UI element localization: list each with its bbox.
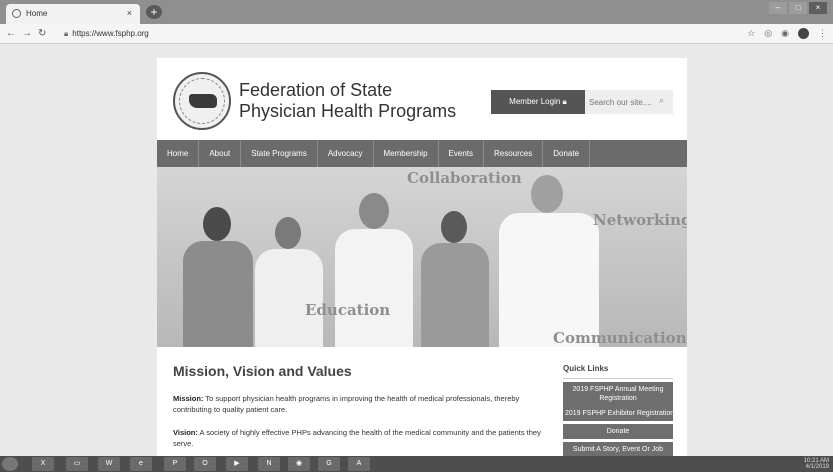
vision-paragraph: Vision: A society of highly effective PH… (173, 427, 548, 449)
doctor-figure (177, 197, 257, 347)
mission-text: To support physician health programs in … (173, 394, 520, 414)
doctor-figure (329, 187, 419, 347)
minimize-button[interactable]: – (769, 2, 787, 14)
donate-button[interactable]: Donate (563, 424, 673, 439)
edge-taskbar-icon[interactable]: e (130, 457, 152, 471)
nav-item-advocacy[interactable]: Advocacy (318, 140, 374, 167)
system-tray-clock[interactable]: 10:21 AM 4/1/2019 (804, 458, 829, 470)
web-page: Federation of State Physician Health Pro… (157, 58, 687, 456)
hero-word: Networking (593, 211, 687, 229)
nav-item-events[interactable]: Events (439, 140, 484, 167)
fsphp-logo[interactable] (173, 72, 231, 130)
mission-heading: Mission, Vision and Values (173, 363, 352, 379)
back-icon[interactable]: ← (6, 28, 16, 39)
hero-word: Education (305, 301, 391, 319)
vision-label: Vision: (173, 428, 198, 437)
reload-icon[interactable]: ↻ (38, 28, 46, 39)
forward-icon[interactable]: → (22, 28, 32, 39)
maximize-button[interactable]: □ (789, 2, 807, 14)
url-field[interactable]: 🔒︎ https://www.fsphp.org (64, 29, 149, 39)
us-map-icon (189, 94, 217, 108)
annual-meeting-registration-button[interactable]: 2019 FSPHP Annual Meeting Registration (563, 382, 673, 406)
profile-avatar-icon[interactable] (798, 28, 809, 39)
start-button[interactable] (2, 457, 18, 471)
doctor-figure (493, 171, 603, 347)
nav-item-about[interactable]: About (199, 140, 242, 167)
window-controls: – □ × (769, 2, 827, 14)
bookmark-star-icon[interactable]: ☆ (747, 28, 755, 39)
page-favicon-icon (12, 9, 21, 18)
app-taskbar-icon[interactable]: ◉ (288, 457, 310, 471)
site-title[interactable]: Federation of State Physician Health Pro… (239, 80, 469, 122)
word-taskbar-icon[interactable]: W (98, 457, 120, 471)
onenote-taskbar-icon[interactable]: N (258, 457, 280, 471)
submit-story-button[interactable]: Submit A Story, Event Or Job (563, 442, 673, 456)
nav-item-membership[interactable]: Membership (374, 140, 439, 167)
nav-item-state-programs[interactable]: State Programs (241, 140, 318, 167)
nav-item-donate[interactable]: Donate (543, 140, 591, 167)
quick-links-divider (563, 378, 673, 379)
os-taskbar: X ▭ W e P O ▶ N ◉ G A 10:21 AM 4/1/2019 (0, 456, 833, 472)
hero-word: Collaboration (407, 169, 522, 187)
clock-date: 4/1/2019 (805, 464, 829, 470)
url-host: www.fsphp.org (96, 29, 149, 38)
media-taskbar-icon[interactable]: ▶ (226, 457, 248, 471)
chrome-taskbar-icon[interactable]: G (318, 457, 340, 471)
vision-text: A society of highly effective PHPs advan… (173, 428, 541, 448)
mission-label: Mission: (173, 394, 204, 403)
tab-close-icon[interactable]: × (127, 8, 132, 18)
file-explorer-taskbar-icon[interactable]: ▭ (66, 457, 88, 471)
nav-item-resources[interactable]: Resources (484, 140, 544, 167)
search-icon[interactable]: ⌕ (659, 95, 664, 106)
address-bar: ← → ↻ 🔒︎ https://www.fsphp.org ☆ ◎ ◉ ⋮ (0, 24, 833, 44)
powerpoint-taskbar-icon[interactable]: P (164, 457, 186, 471)
quick-links-title: Quick Links (563, 364, 609, 373)
member-login-label: Member Login (509, 97, 561, 106)
more-menu-icon[interactable]: ⋮ (818, 28, 827, 39)
acrobat-taskbar-icon[interactable]: A (348, 457, 370, 471)
address-bar-actions: ☆ ◎ ◉ ⋮ (747, 28, 827, 39)
mission-paragraph: Mission: To support physician health pro… (173, 393, 548, 415)
extension-icon[interactable]: ◎ (764, 28, 772, 39)
hero-word: Communication (553, 329, 687, 347)
nav-item-home[interactable]: Home (157, 140, 200, 167)
close-window-button[interactable]: × (809, 2, 827, 14)
excel-taskbar-icon[interactable]: X (32, 457, 54, 471)
url-prefix: https:// (72, 29, 97, 38)
lock-icon: 🔒︎ (64, 29, 69, 38)
tab-title: Home (26, 9, 48, 18)
doctor-figure (415, 203, 495, 347)
outlook-taskbar-icon[interactable]: O (194, 457, 216, 471)
browser-tab-bar: Home × + – □ × (0, 0, 833, 24)
new-tab-button[interactable]: + (146, 5, 162, 19)
exhibitor-registration-button[interactable]: 2019 FSPHP Exhibitor Registration (563, 406, 673, 421)
extension-icon[interactable]: ◉ (781, 28, 789, 39)
member-login-button[interactable]: Member Login 🔒︎ (491, 90, 585, 114)
browser-tab[interactable]: Home × (6, 4, 140, 24)
hero-banner-image: Collaboration Networking Education Commu… (157, 167, 687, 347)
lock-icon: 🔒︎ (562, 97, 567, 106)
doctor-figure (249, 207, 329, 347)
main-navigation: Home About State Programs Advocacy Membe… (157, 140, 687, 167)
